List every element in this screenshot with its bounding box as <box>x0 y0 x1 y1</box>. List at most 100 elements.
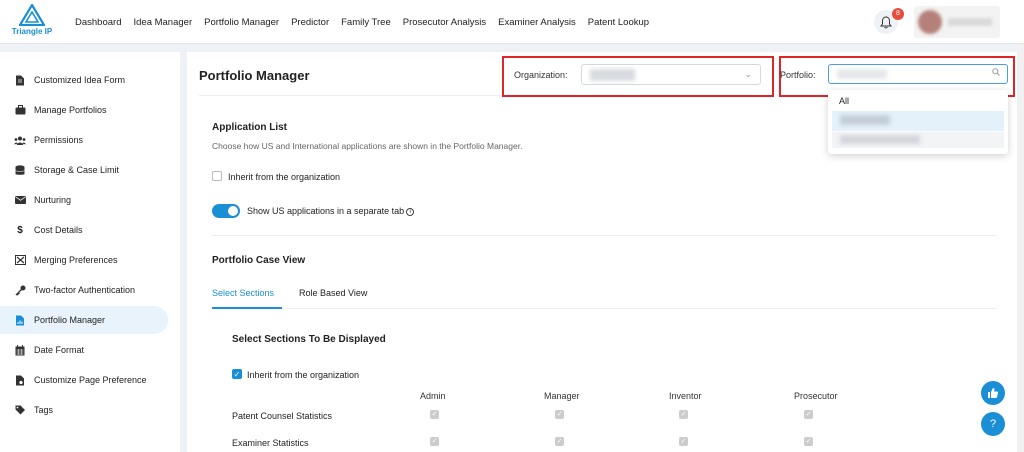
user-menu[interactable] <box>914 6 1000 38</box>
nav-prosecutor-analysis[interactable]: Prosecutor Analysis <box>403 17 486 28</box>
brand-logo[interactable]: Triangle IP <box>10 4 54 40</box>
merge-icon <box>14 254 26 266</box>
portfolio-option[interactable] <box>832 132 1004 148</box>
help-button[interactable]: ? <box>981 412 1005 436</box>
us-apps-toggle-label: Show US applications in a separate tab i <box>247 206 415 216</box>
main-panel: Portfolio Manager Organization: ⌄ Portfo… <box>187 52 1017 452</box>
checkbox-disabled: ✓ <box>430 410 439 419</box>
organization-label: Organization: <box>514 70 568 80</box>
sidebar-item-label: Portfolio Manager <box>34 315 106 325</box>
thumbs-up-icon <box>988 388 999 398</box>
avatar <box>918 10 942 34</box>
inherit-org-label: Inherit from the organization <box>228 172 341 182</box>
nav-dashboard[interactable]: Dashboard <box>75 17 121 28</box>
sidebar-item-cost-details[interactable]: $ Cost Details <box>0 216 168 244</box>
briefcase-icon <box>14 104 26 116</box>
bell-icon <box>880 15 892 28</box>
question-icon: ? <box>989 418 997 430</box>
triangle-logo-icon <box>19 4 45 26</box>
organization-select[interactable]: ⌄ <box>581 64 761 85</box>
info-icon[interactable]: i <box>406 207 415 216</box>
case-view-title: Portfolio Case View <box>212 255 306 266</box>
sidebar-item-customized-idea-form[interactable]: Customized Idea Form <box>0 66 168 94</box>
application-list-title: Application List <box>212 122 287 133</box>
checkbox-disabled: ✓ <box>555 437 564 446</box>
key-icon <box>14 284 26 296</box>
portfolio-option[interactable] <box>832 111 1004 131</box>
tab-role-based-view[interactable]: Role Based View <box>299 288 367 298</box>
portfolio-search-input[interactable] <box>828 64 1008 84</box>
portfolio-label: Portfolio: <box>780 70 816 80</box>
sidebar-item-permissions[interactable]: Permissions <box>0 126 168 154</box>
sidebar-item-customize-page-preference[interactable]: Customize Page Preference <box>0 366 168 394</box>
database-icon <box>14 164 26 176</box>
users-icon <box>14 134 26 146</box>
page-scrollbar[interactable] <box>1017 44 1024 452</box>
tabs-divider <box>212 308 997 309</box>
section-divider <box>212 235 997 236</box>
checkbox-disabled: ✓ <box>804 410 813 419</box>
sidebar-item-merging-preferences[interactable]: Merging Preferences <box>0 246 168 274</box>
page-title: Portfolio Manager <box>199 68 310 83</box>
tags-icon <box>14 404 26 416</box>
sidebar-item-label: Customized Idea Form <box>34 75 126 85</box>
nav-predictor[interactable]: Predictor <box>291 17 329 28</box>
sidebar-item-tags[interactable]: Tags <box>0 396 168 424</box>
dollar-icon: $ <box>17 224 23 236</box>
sidebar-item-label: Permissions <box>34 135 84 145</box>
sidebar-item-label: Manage Portfolios <box>34 105 107 115</box>
column-header-prosecutor: Prosecutor <box>794 391 838 401</box>
sidebar-item-label: Storage & Case Limit <box>34 165 120 175</box>
column-header-manager: Manager <box>544 391 580 401</box>
checkbox-disabled: ✓ <box>430 437 439 446</box>
inherit-sections-label: Inherit from the organization <box>247 370 360 380</box>
us-apps-separate-tab-toggle[interactable] <box>212 204 240 218</box>
chevron-down-icon: ⌄ <box>744 69 752 79</box>
document-icon <box>14 74 26 86</box>
select-sections-subtitle: Select Sections To Be Displayed <box>232 334 386 345</box>
sidebar-item-label: Nurturing <box>34 195 72 205</box>
search-icon <box>992 68 1000 78</box>
portfolio-value-redacted <box>837 69 887 79</box>
portfolio-dropdown: All <box>828 90 1008 154</box>
sidebar-item-nurturing[interactable]: Nurturing <box>0 186 168 214</box>
sidebar-item-portfolio-manager[interactable]: Portfolio Manager <box>0 306 168 334</box>
envelope-icon <box>14 194 26 206</box>
checkbox-disabled: ✓ <box>679 410 688 419</box>
tab-select-sections[interactable]: Select Sections <box>212 288 274 298</box>
brand-name: Triangle IP <box>11 27 53 36</box>
nav-portfolio-manager[interactable]: Portfolio Manager <box>204 17 279 28</box>
inherit-org-checkbox[interactable] <box>212 171 222 181</box>
feedback-button[interactable] <box>981 381 1005 405</box>
notification-count-badge: 8 <box>892 8 904 20</box>
sidebar-item-label: Cost Details <box>34 225 83 235</box>
inherit-sections-checkbox[interactable]: ✓ <box>232 369 242 379</box>
sidebar-item-label: Two-factor Authentication <box>34 285 136 295</box>
checkbox-disabled: ✓ <box>804 437 813 446</box>
chart-file-icon <box>14 314 26 326</box>
user-name-redacted <box>948 18 992 26</box>
settings-sidebar: Customized Idea Form Manage Portfolios P… <box>0 52 180 452</box>
sidebar-item-date-format[interactable]: Date Format <box>0 336 168 364</box>
application-list-description: Choose how US and International applicat… <box>212 141 523 151</box>
nav-family-tree[interactable]: Family Tree <box>341 17 391 28</box>
nav-patent-lookup[interactable]: Patent Lookup <box>588 17 649 28</box>
sidebar-item-label: Merging Preferences <box>34 255 118 265</box>
sidebar-item-label: Date Format <box>34 345 85 355</box>
main-nav: Dashboard Idea Manager Portfolio Manager… <box>75 17 661 28</box>
active-tab-indicator <box>212 307 282 309</box>
sidebar-item-two-factor-authentication[interactable]: Two-factor Authentication <box>0 276 168 304</box>
calendar-icon <box>14 344 26 356</box>
organization-value-redacted <box>590 69 635 81</box>
column-header-inventor: Inventor <box>669 391 702 401</box>
sidebar-item-manage-portfolios[interactable]: Manage Portfolios <box>0 96 168 124</box>
sidebar-item-label: Tags <box>34 405 54 415</box>
row-label-examiner-statistics: Examiner Statistics <box>232 438 309 448</box>
top-navbar: Triangle IP Dashboard Idea Manager Portf… <box>0 0 1024 44</box>
portfolio-option-all[interactable]: All <box>839 96 849 106</box>
sidebar-item-storage-case-limit[interactable]: Storage & Case Limit <box>0 156 168 184</box>
nav-idea-manager[interactable]: Idea Manager <box>133 17 192 28</box>
row-label-patent-counsel-statistics: Patent Counsel Statistics <box>232 411 333 421</box>
sidebar-item-label: Customize Page Preference <box>34 375 147 385</box>
nav-examiner-analysis[interactable]: Examiner Analysis <box>498 17 576 28</box>
